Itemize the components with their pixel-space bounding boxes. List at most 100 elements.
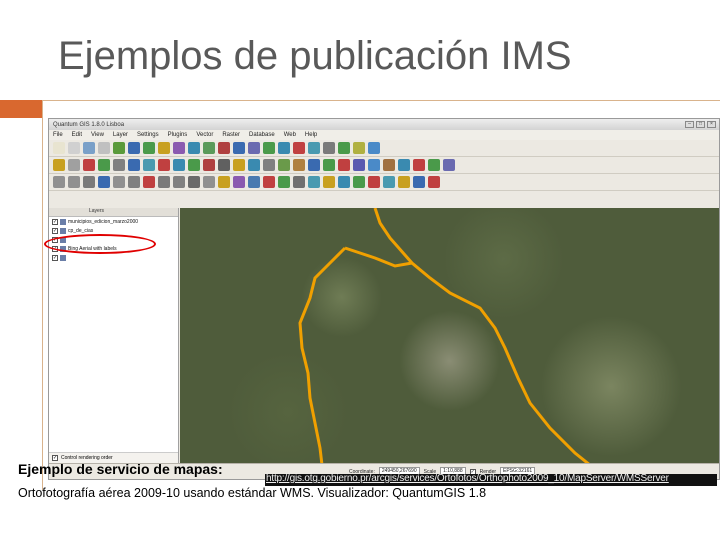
toolbar-button-icon[interactable] — [368, 159, 380, 171]
toolbar-button-icon[interactable] — [203, 142, 215, 154]
toolbar-button-icon[interactable] — [218, 142, 230, 154]
toolbar-button-icon[interactable] — [203, 159, 215, 171]
toolbar-button-icon[interactable] — [293, 142, 305, 154]
toolbar-button-icon[interactable] — [98, 159, 110, 171]
toolbar-button-icon[interactable] — [143, 159, 155, 171]
toolbar-button-icon[interactable] — [248, 159, 260, 171]
checkbox-icon[interactable]: ✓ — [52, 227, 58, 234]
menu-file[interactable]: File — [53, 132, 63, 138]
toolbar-button-icon[interactable] — [338, 142, 350, 154]
menu-layer[interactable]: Layer — [113, 132, 128, 138]
toolbar-button-icon[interactable] — [353, 159, 365, 171]
toolbar-button-icon[interactable] — [263, 176, 275, 188]
layer-item[interactable]: ✓ — [49, 253, 178, 262]
toolbar-button-icon[interactable] — [173, 142, 185, 154]
toolbar-button-icon[interactable] — [308, 176, 320, 188]
toolbar-button-icon[interactable] — [188, 142, 200, 154]
toolbar-button-icon[interactable] — [113, 176, 125, 188]
toolbar-button-icon[interactable] — [428, 176, 440, 188]
toolbar-button-icon[interactable] — [398, 176, 410, 188]
toolbar-button-icon[interactable] — [98, 142, 110, 154]
toolbar-button-icon[interactable] — [278, 142, 290, 154]
toolbar-button-icon[interactable] — [323, 176, 335, 188]
toolbar-button-icon[interactable] — [248, 142, 260, 154]
toolbar-button-icon[interactable] — [233, 176, 245, 188]
toolbar-button-icon[interactable] — [323, 142, 335, 154]
close-icon[interactable]: × — [707, 121, 716, 128]
toolbar-button-icon[interactable] — [68, 142, 80, 154]
toolbar-button-icon[interactable] — [368, 142, 380, 154]
toolbar-button-icon[interactable] — [53, 159, 65, 171]
toolbar-button-icon[interactable] — [308, 159, 320, 171]
toolbar-button-icon[interactable] — [293, 176, 305, 188]
toolbar-button-icon[interactable] — [83, 159, 95, 171]
toolbar-button-icon[interactable] — [128, 176, 140, 188]
menu-plugins[interactable]: Plugins — [168, 132, 188, 138]
layer-item[interactable]: ✓ municipios_edicion_marzo2000 — [49, 217, 178, 226]
checkbox-icon[interactable]: ✓ — [52, 254, 58, 261]
toolbar-button-icon[interactable] — [218, 159, 230, 171]
toolbar-button-icon[interactable] — [188, 159, 200, 171]
toolbar-button-icon[interactable] — [98, 176, 110, 188]
menu-edit[interactable]: Edit — [72, 132, 82, 138]
toolbar-navigation — [49, 157, 719, 174]
toolbar-button-icon[interactable] — [353, 142, 365, 154]
toolbar-button-icon[interactable] — [428, 159, 440, 171]
toolbar-button-icon[interactable] — [158, 176, 170, 188]
toolbar-button-icon[interactable] — [383, 176, 395, 188]
toolbar-button-icon[interactable] — [158, 159, 170, 171]
caption-description: Ortofotografía aérea 2009-10 usando está… — [18, 486, 487, 500]
maximize-icon[interactable]: □ — [696, 121, 705, 128]
menu-raster[interactable]: Raster — [222, 132, 240, 138]
menu-view[interactable]: View — [91, 132, 104, 138]
toolbar-button-icon[interactable] — [128, 159, 140, 171]
toolbar-button-icon[interactable] — [383, 159, 395, 171]
toolbar-button-icon[interactable] — [68, 159, 80, 171]
toolbar-button-icon[interactable] — [413, 159, 425, 171]
toolbar-button-icon[interactable] — [53, 142, 65, 154]
toolbar-button-icon[interactable] — [68, 176, 80, 188]
menu-database[interactable]: Database — [249, 132, 275, 138]
toolbar-button-icon[interactable] — [308, 142, 320, 154]
toolbar-button-icon[interactable] — [263, 159, 275, 171]
menu-vector[interactable]: Vector — [196, 132, 213, 138]
toolbar-button-icon[interactable] — [113, 142, 125, 154]
toolbar-button-icon[interactable] — [173, 159, 185, 171]
toolbar-button-icon[interactable] — [83, 142, 95, 154]
toolbar-button-icon[interactable] — [203, 176, 215, 188]
toolbar-button-icon[interactable] — [233, 142, 245, 154]
toolbar-button-icon[interactable] — [278, 176, 290, 188]
toolbar-button-icon[interactable] — [143, 176, 155, 188]
toolbar-button-icon[interactable] — [413, 176, 425, 188]
layer-label: municipios_edicion_marzo2000 — [68, 218, 139, 225]
menu-settings[interactable]: Settings — [137, 132, 159, 138]
toolbar-button-icon[interactable] — [248, 176, 260, 188]
checkbox-icon[interactable]: ✓ — [52, 218, 58, 225]
toolbar-button-icon[interactable] — [188, 176, 200, 188]
toolbar-button-icon[interactable] — [158, 142, 170, 154]
menu-web[interactable]: Web — [284, 132, 296, 138]
toolbar-button-icon[interactable] — [398, 159, 410, 171]
toolbar-button-icon[interactable] — [128, 142, 140, 154]
toolbar-button-icon[interactable] — [83, 176, 95, 188]
service-url-link[interactable]: http://gis.otg.gobierno.pr/arcgis/servic… — [266, 473, 669, 484]
toolbar-button-icon[interactable] — [338, 176, 350, 188]
toolbar-button-icon[interactable] — [218, 176, 230, 188]
toolbar-button-icon[interactable] — [143, 142, 155, 154]
toolbar-button-icon[interactable] — [278, 159, 290, 171]
toolbar-button-icon[interactable] — [368, 176, 380, 188]
toolbar-button-icon[interactable] — [323, 159, 335, 171]
toolbar-button-icon[interactable] — [263, 142, 275, 154]
minimize-icon[interactable]: – — [685, 121, 694, 128]
menu-help[interactable]: Help — [305, 132, 317, 138]
map-canvas[interactable] — [180, 208, 719, 465]
toolbar-button-icon[interactable] — [233, 159, 245, 171]
toolbar-button-icon[interactable] — [113, 159, 125, 171]
toolbar-button-icon[interactable] — [173, 176, 185, 188]
toolbar-button-icon[interactable] — [293, 159, 305, 171]
toolbar-button-icon[interactable] — [443, 159, 455, 171]
map-overlay — [298, 208, 591, 465]
toolbar-button-icon[interactable] — [53, 176, 65, 188]
toolbar-button-icon[interactable] — [353, 176, 365, 188]
toolbar-button-icon[interactable] — [338, 159, 350, 171]
